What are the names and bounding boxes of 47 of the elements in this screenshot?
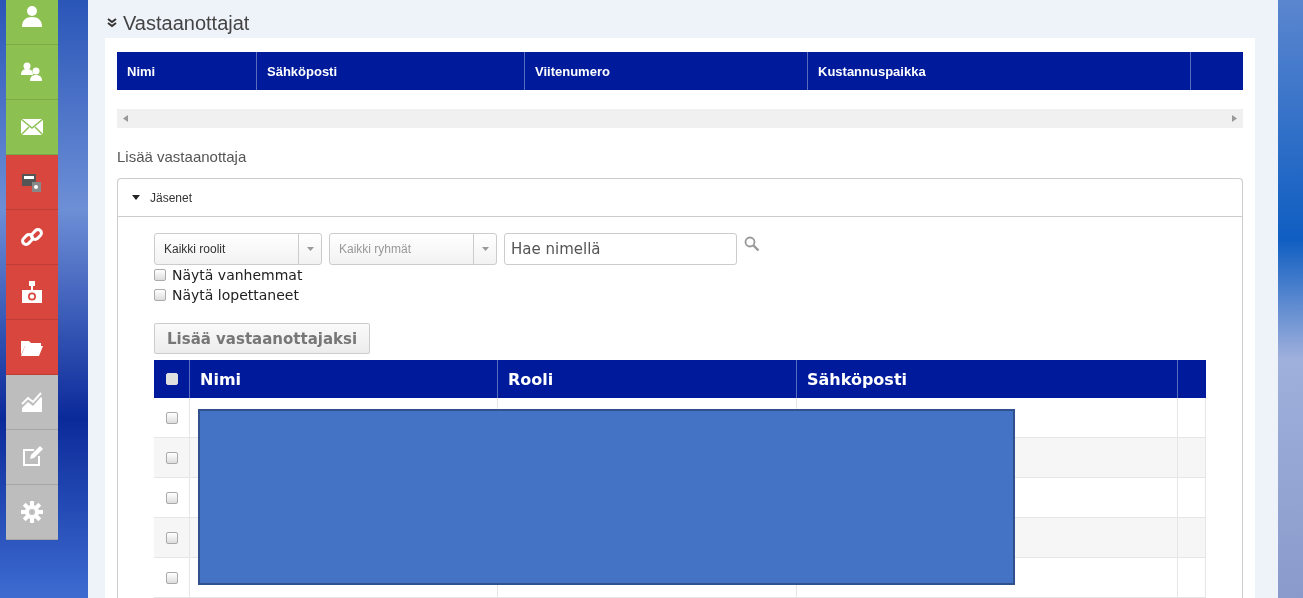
section-title: Vastaanottajat bbox=[123, 11, 250, 35]
add-button[interactable]: Lisää vastaanottajaksi bbox=[154, 323, 371, 354]
column-header: Viitenumero bbox=[525, 52, 808, 90]
edit-icon bbox=[20, 445, 44, 469]
caret-down-icon bbox=[481, 247, 489, 251]
sidebar-item[interactable] bbox=[6, 0, 58, 45]
checkbox[interactable] bbox=[165, 571, 178, 584]
column-header: Rooli bbox=[498, 360, 797, 398]
link-icon bbox=[20, 225, 44, 249]
dropdown[interactable]: Kaikki ryhmät bbox=[329, 233, 497, 265]
sidebar-item[interactable] bbox=[6, 375, 58, 430]
checkbox[interactable] bbox=[165, 531, 178, 544]
dropdown[interactable]: Kaikki roolit bbox=[154, 233, 322, 265]
checkbox[interactable] bbox=[165, 451, 178, 464]
checkbox[interactable] bbox=[154, 269, 166, 281]
chart-icon bbox=[20, 390, 44, 414]
subsection-title: Lisää vastaanottaja bbox=[117, 147, 248, 167]
checkbox-label: Näytä vanhemmat bbox=[172, 267, 303, 283]
checkbox[interactable] bbox=[154, 289, 166, 301]
sidebar-item[interactable] bbox=[6, 265, 58, 320]
scroll-right-icon[interactable] bbox=[1232, 115, 1237, 122]
sidebar-item[interactable] bbox=[6, 45, 58, 100]
sidebar-item[interactable] bbox=[6, 430, 58, 485]
checkbox[interactable] bbox=[165, 491, 178, 504]
search-field[interactable]: Hae nimellä bbox=[504, 233, 737, 265]
checkbox[interactable] bbox=[165, 411, 178, 424]
checkbox-label: Näytä lopettaneet bbox=[172, 287, 299, 303]
sidebar-item[interactable] bbox=[6, 320, 58, 375]
scroll-left-icon[interactable] bbox=[123, 115, 128, 122]
person-icon bbox=[20, 5, 44, 29]
horizontal-scrollbar[interactable] bbox=[117, 109, 1243, 128]
sidebar-item[interactable] bbox=[6, 210, 58, 265]
people-icon bbox=[20, 60, 44, 84]
sidebar-item[interactable] bbox=[6, 485, 58, 540]
column-header: Sähköposti bbox=[797, 360, 1178, 398]
column-header: Nimi bbox=[190, 360, 498, 398]
camera-icon bbox=[20, 280, 44, 304]
panel-title: Jäsenet bbox=[150, 190, 193, 205]
column-header: Kustannuspaikka bbox=[808, 52, 1191, 90]
sidebar-item[interactable] bbox=[6, 100, 58, 155]
chevron-down-icon[interactable] bbox=[107, 18, 117, 28]
column-header: Nimi bbox=[117, 52, 257, 90]
column-header: Sähköposti bbox=[257, 52, 525, 90]
search-icon[interactable] bbox=[744, 236, 760, 252]
caret-down-icon bbox=[306, 247, 314, 251]
sidebar-item[interactable] bbox=[6, 155, 58, 210]
caret-down-icon[interactable] bbox=[132, 195, 140, 200]
